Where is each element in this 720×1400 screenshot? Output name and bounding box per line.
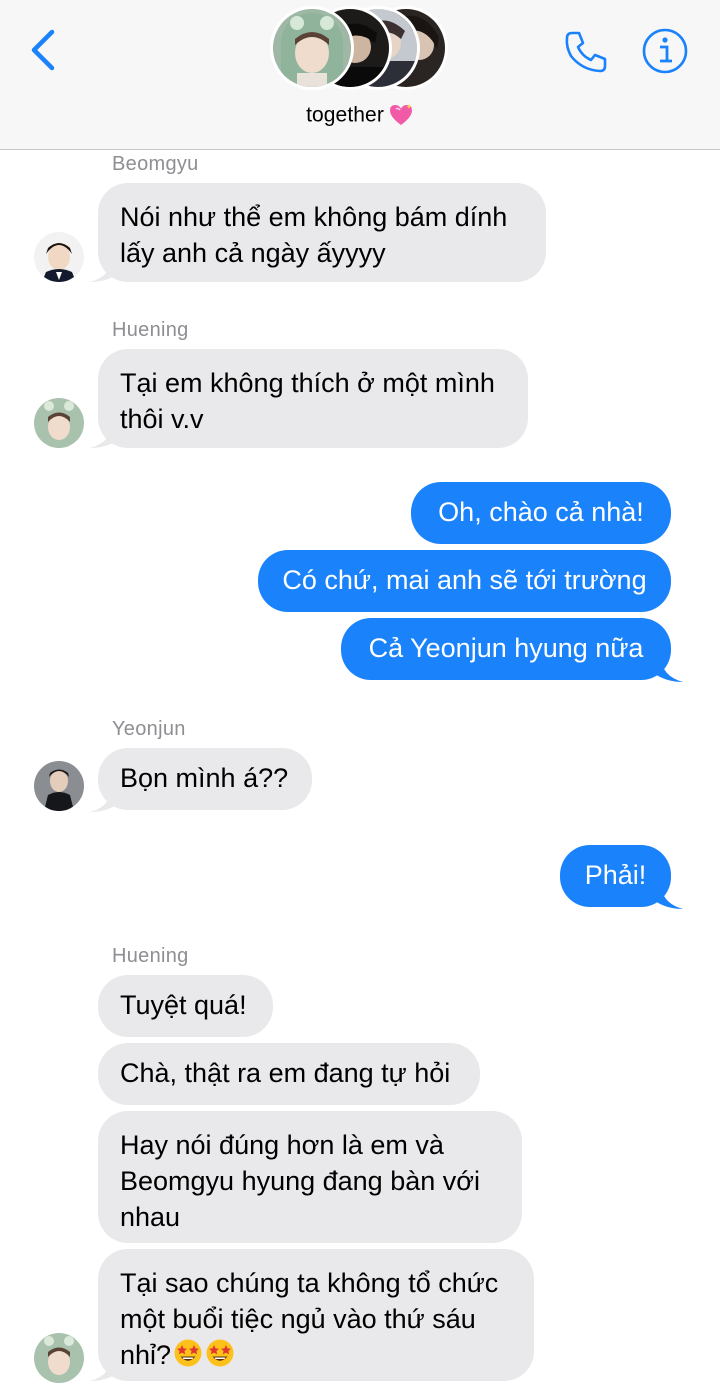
message-text: nhỉ? xyxy=(120,1340,172,1370)
bubble-tail xyxy=(655,883,683,909)
message-bubble-incoming[interactable]: Hay nói đúng hơn là em và Beomgyu hyung … xyxy=(98,1111,522,1243)
bubble-tail xyxy=(90,256,118,282)
chat-header: together xyxy=(0,0,720,150)
message-bubble-outgoing[interactable]: Có chứ, mai anh sẽ tới trường xyxy=(258,550,671,612)
bubble-tail xyxy=(90,1355,118,1381)
message-text-line: nhau xyxy=(120,1202,181,1232)
call-button[interactable] xyxy=(562,28,610,76)
message-text-line: Beomgyu hyung đang bàn với xyxy=(120,1166,480,1196)
message-text-line: Hay nói đúng hơn là em và xyxy=(120,1130,444,1160)
message-bubble-incoming[interactable]: Chà, thật ra em đang tự hỏi xyxy=(98,1043,480,1105)
message-text-line: Tại sao chúng ta không tổ chức xyxy=(120,1268,499,1298)
message-bubble-incoming[interactable]: Tại em không thích ở một mình thôi v.v xyxy=(98,349,528,448)
message-bubble-outgoing[interactable]: Cả Yeonjun hyung nữa xyxy=(341,618,671,680)
message-text-line: Chà, thật ra em đang tự hỏi xyxy=(120,1058,451,1088)
avatar-beomgyu[interactable] xyxy=(34,232,84,282)
message-text-line: Nói như thể em không bám dính xyxy=(120,202,508,232)
message-text-line: thôi v.v xyxy=(120,404,204,434)
message-bubble-incoming[interactable]: Tuyệt quá! xyxy=(98,975,273,1037)
message-text-line: Bọn mình á?? xyxy=(120,763,289,793)
message-text-line: Tại em không thích ở một mình xyxy=(120,368,495,398)
bubble-tail xyxy=(90,422,118,448)
message-bubble-incoming[interactable]: Tại sao chúng ta không tổ chức một buổi … xyxy=(98,1249,534,1381)
avatar-huening[interactable] xyxy=(34,398,84,448)
avatar-yeonjun[interactable] xyxy=(34,761,84,811)
message-bubble-outgoing[interactable]: Oh, chào cả nhà! xyxy=(411,482,671,544)
sender-name-beomgyu: Beomgyu xyxy=(112,153,199,175)
group-name-text: together xyxy=(306,103,384,127)
info-button[interactable] xyxy=(640,26,690,76)
bubble-tail xyxy=(90,786,118,812)
chevron-left-icon xyxy=(31,29,55,71)
message-text-line: một buổi tiệc ngủ vào thứ sáu xyxy=(120,1304,476,1334)
message-bubble-incoming[interactable]: Nói như thể em không bám dính lấy anh cả… xyxy=(98,183,546,282)
sender-name-huening: Huening xyxy=(112,319,189,341)
sender-name-huening: Huening xyxy=(112,945,189,967)
message-text-line: nhỉ? xyxy=(120,1337,512,1373)
avatar-huening[interactable] xyxy=(34,1333,84,1383)
back-button[interactable] xyxy=(24,26,64,74)
message-text-line: lấy anh cả ngày ấyyyy xyxy=(120,238,386,268)
info-icon xyxy=(642,28,688,74)
group-avatars[interactable] xyxy=(270,6,456,90)
sparkling-heart-icon xyxy=(389,104,412,126)
avatar-huening xyxy=(270,6,354,90)
group-title[interactable]: together xyxy=(0,103,720,127)
phone-icon xyxy=(565,31,607,73)
message-bubble-incoming[interactable]: Bọn mình á?? xyxy=(98,748,312,810)
message-text-line: Tuyệt quá! xyxy=(120,990,247,1020)
bubble-tail xyxy=(655,656,683,682)
star-struck-emoji-icon xyxy=(174,1339,202,1367)
sender-name-yeonjun: Yeonjun xyxy=(112,718,186,740)
star-struck-emoji-icon xyxy=(206,1339,234,1367)
